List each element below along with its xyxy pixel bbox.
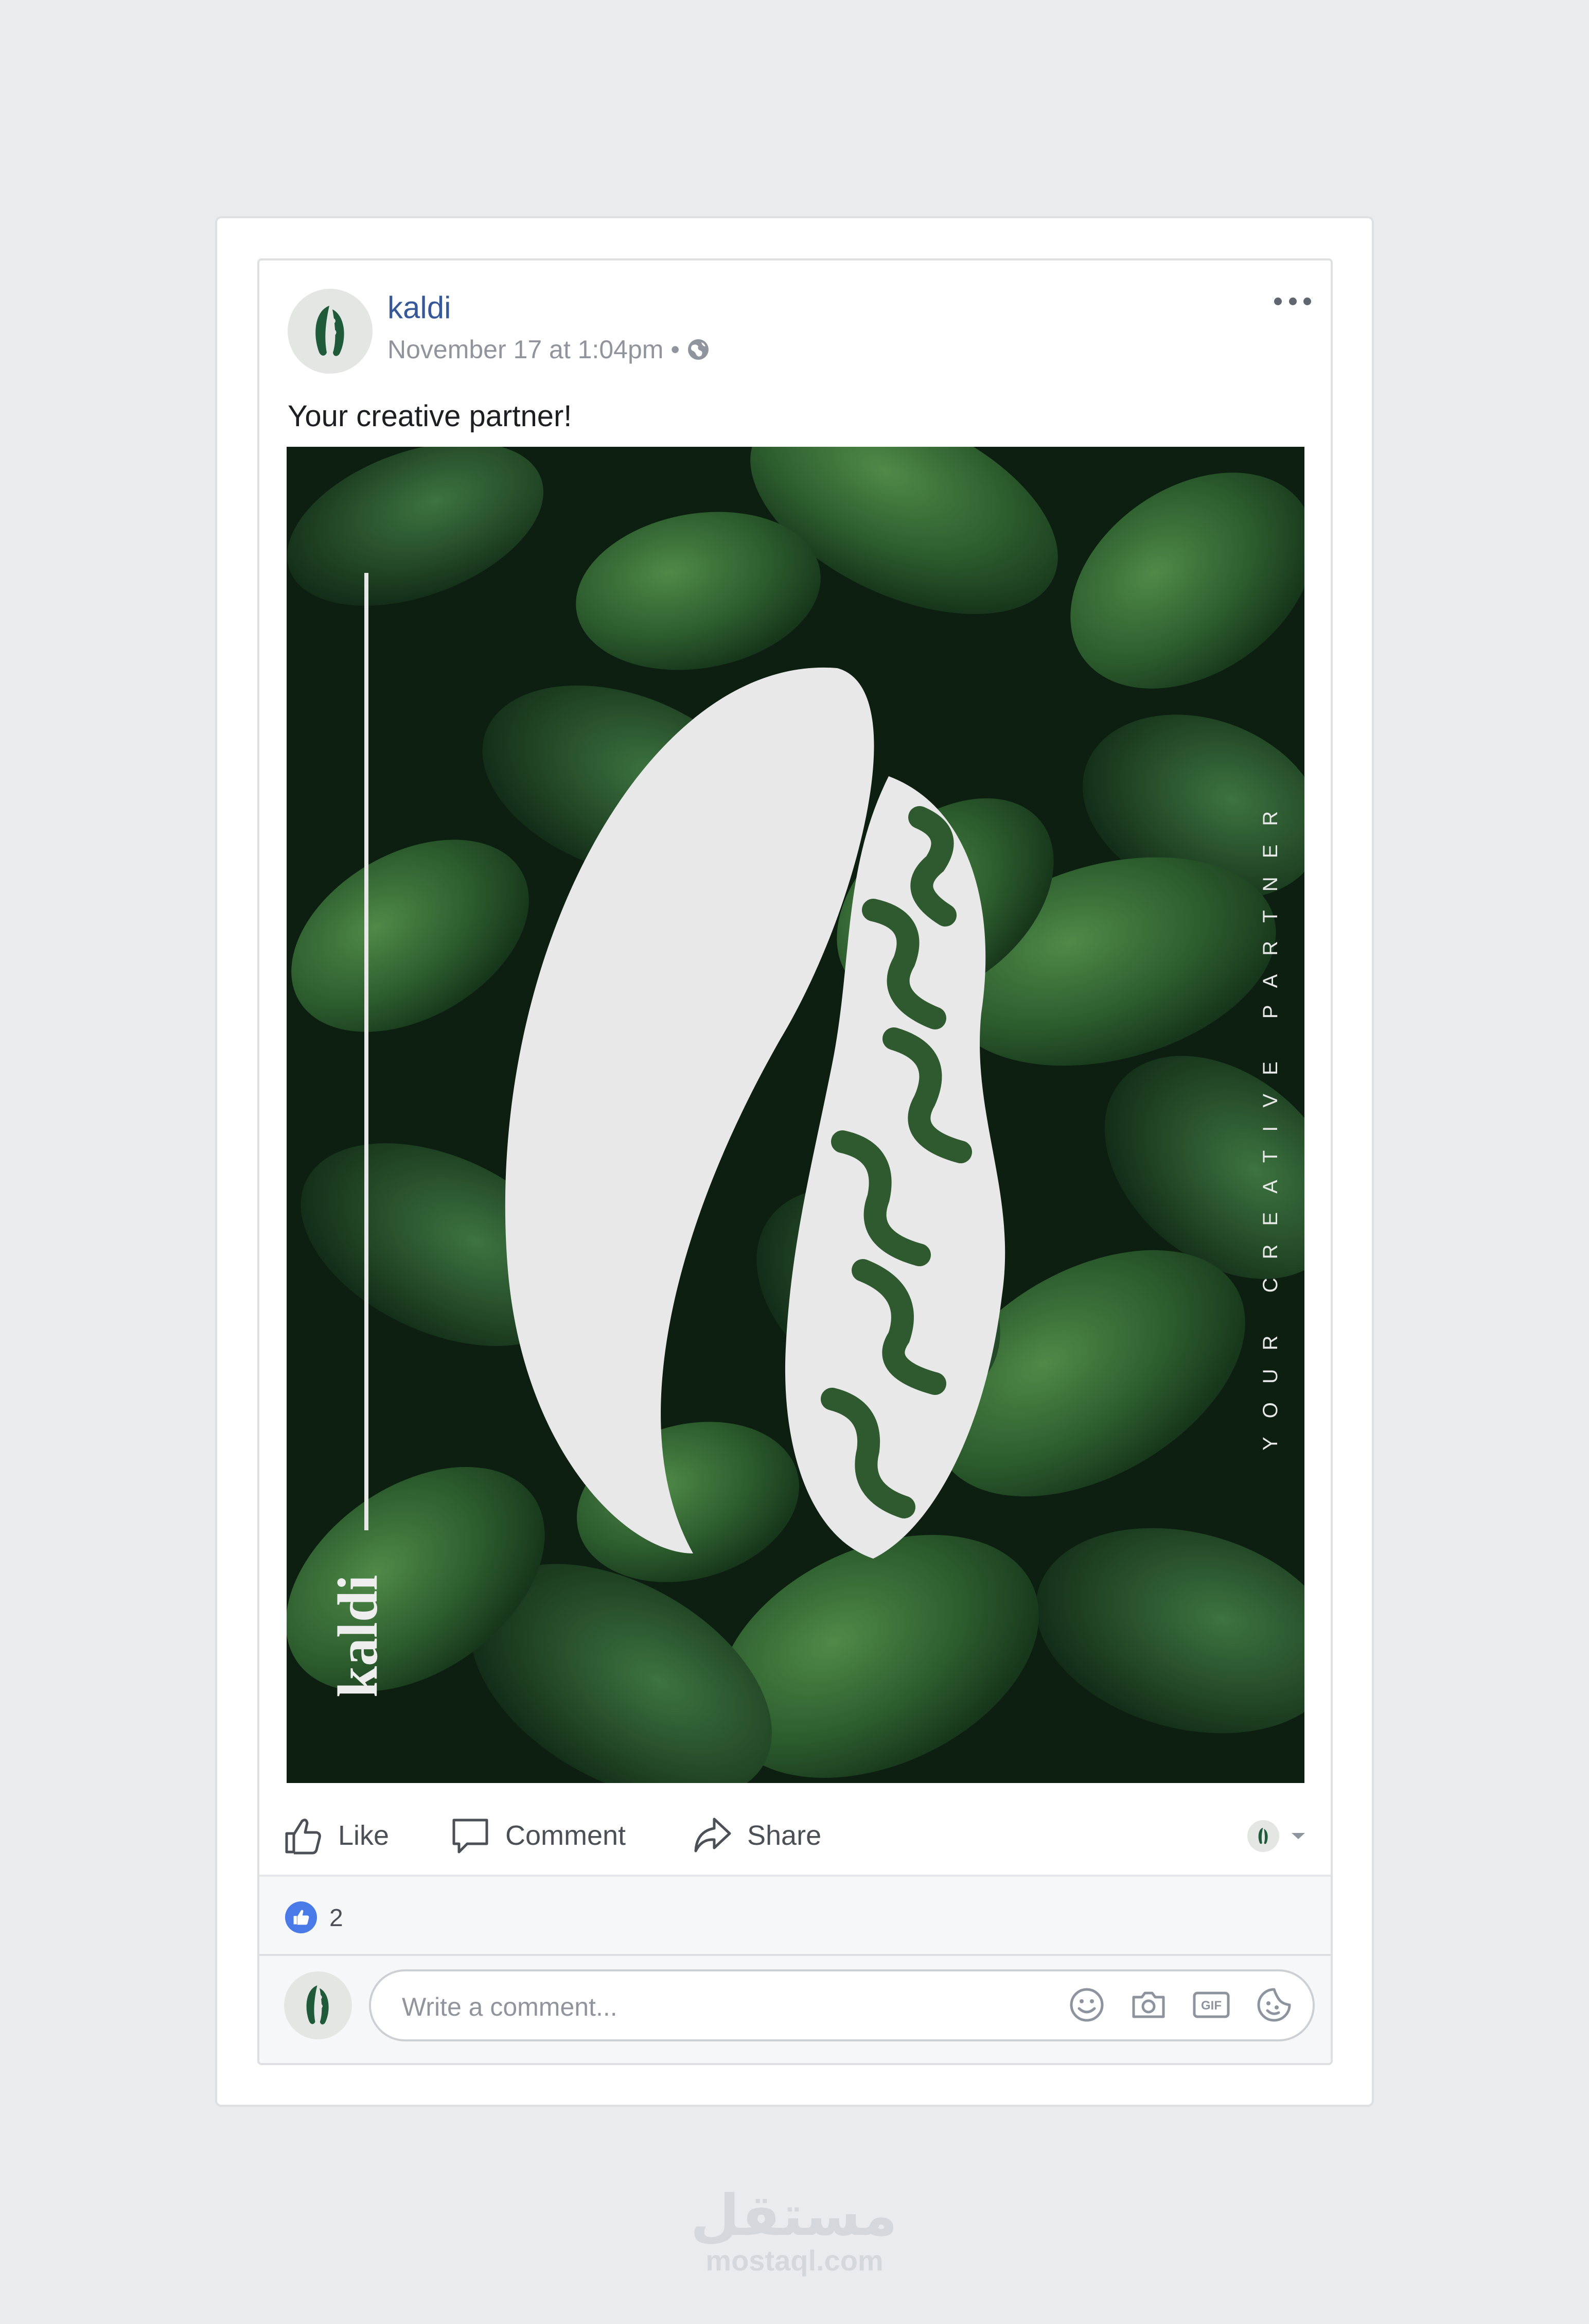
comment-icon [452, 1819, 488, 1854]
author-avatar[interactable] [288, 289, 373, 374]
share-icon [694, 1818, 731, 1853]
sticker-icon[interactable] [1256, 1987, 1292, 2023]
brand-vertical-text: kaldi [326, 1575, 389, 1698]
comment-label: Comment [505, 1820, 626, 1851]
share-button[interactable]: Share [692, 1807, 821, 1864]
globe-icon[interactable] [687, 338, 710, 361]
page-avatar [1247, 1820, 1279, 1852]
like-reaction-badge[interactable] [285, 1901, 317, 1933]
like-button[interactable]: Like [283, 1807, 389, 1864]
watermark-arabic: مستقل [690, 2184, 897, 2247]
caret-down-icon [1292, 1833, 1305, 1839]
kaldi-logo-icon [306, 1985, 329, 2024]
comment-placeholder: Write a comment... [402, 1993, 617, 2021]
share-label: Share [747, 1820, 822, 1851]
emoji-icon[interactable] [1069, 1987, 1105, 2023]
like-label: Like [338, 1820, 390, 1851]
comment-button[interactable]: Comment [450, 1807, 626, 1864]
kaldi-logo-icon [315, 305, 344, 356]
commenter-avatar [284, 1971, 352, 2039]
post-actions: Like Comment Share [283, 1807, 1312, 1864]
thumbs-up-icon [293, 1910, 309, 1925]
ellipsis-icon [1274, 298, 1282, 305]
mostaql-watermark: مستقل mostaql.com [690, 2184, 897, 2277]
post-image[interactable]: kaldi YOUR CREATIVE PARTNER [287, 447, 1304, 1783]
comment-input[interactable]: Write a comment... GIF [369, 1969, 1315, 2041]
leaves-artwork: kaldi YOUR CREATIVE PARTNER [287, 447, 1304, 1783]
post-options-button[interactable] [1274, 298, 1311, 308]
kaldi-logo-icon [1258, 1827, 1268, 1844]
gif-label: GIF [1201, 1999, 1222, 2013]
page-selector[interactable] [1247, 1820, 1306, 1852]
gif-icon[interactable]: GIF [1192, 1987, 1230, 2023]
watermark-latin: mostaql.com [705, 2244, 884, 2277]
post-meta: November 17 at 1:04pm • [387, 337, 710, 362]
comment-tools: GIF [1069, 1987, 1292, 2023]
reaction-count[interactable]: 2 [329, 1904, 343, 1932]
facebook-post: kaldi November 17 at 1:04pm • Your creat… [257, 258, 1333, 2065]
camera-icon[interactable] [1131, 1987, 1167, 2023]
reactions-bar: 2 [259, 1875, 1331, 1956]
thumbs-up-icon [285, 1819, 321, 1855]
meta-separator: • [670, 335, 680, 364]
author-name[interactable]: kaldi [387, 292, 451, 323]
comment-composer: Write a comment... GIF [259, 1956, 1331, 2063]
post-text: Your creative partner! [288, 399, 572, 433]
tagline-vertical-text: YOUR CREATIVE PARTNER [1259, 793, 1282, 1451]
post-timestamp[interactable]: November 17 at 1:04pm [387, 337, 663, 362]
